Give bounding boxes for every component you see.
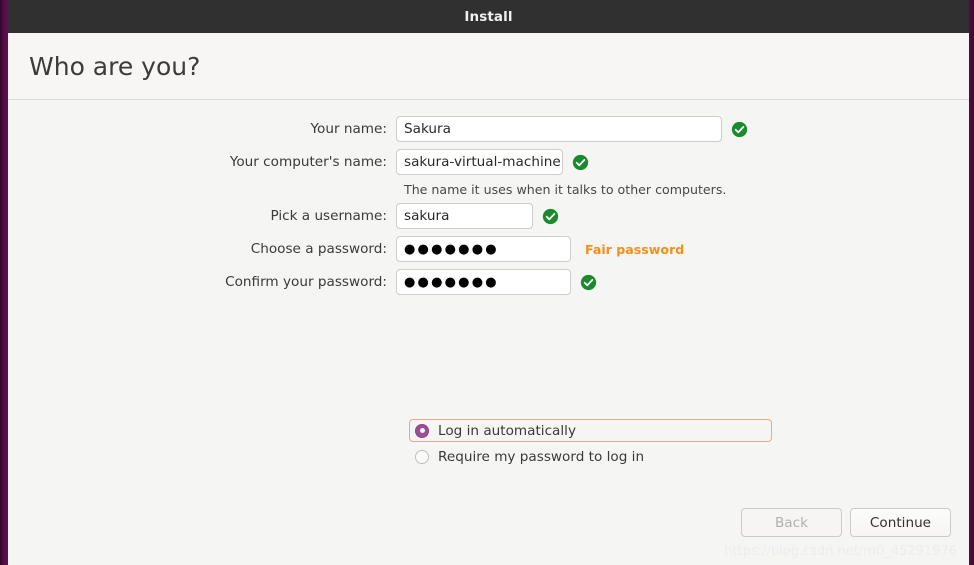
- window-titlebar: Install: [8, 0, 969, 33]
- window-title: Install: [464, 8, 513, 25]
- field-row-confirm-password: Confirm your password: ●●●●●●●: [8, 269, 969, 295]
- user-details-form: Your name: Sakura Your computer's name:: [8, 116, 969, 302]
- green-check-icon: [572, 154, 589, 170]
- green-check-icon: [731, 121, 748, 137]
- label-username: Pick a username:: [270, 208, 387, 224]
- login-options-group: Log in automatically Require my password…: [409, 419, 772, 468]
- wizard-button-bar: Back Continue: [741, 508, 951, 537]
- confirm-password-input[interactable]: ●●●●●●●: [396, 269, 571, 295]
- computer-name-input[interactable]: sakura-virtual-machine: [396, 149, 563, 175]
- username-value: sakura: [404, 208, 450, 224]
- page-content: Your name: Sakura Your computer's name:: [8, 100, 969, 564]
- username-input[interactable]: sakura: [396, 203, 533, 229]
- label-password: Choose a password:: [250, 241, 387, 257]
- radio-log-in-automatically[interactable]: Log in automatically: [409, 419, 772, 442]
- desktop-background-left-strip: [0, 0, 8, 565]
- confirm-password-value: ●●●●●●●: [404, 274, 499, 290]
- radio-selected-icon: [415, 423, 429, 438]
- hostname-hint-row: The name it uses when it talks to other …: [8, 182, 969, 197]
- field-row-your-name: Your name: Sakura: [8, 116, 969, 142]
- green-check-icon: [542, 208, 559, 224]
- hostname-hint: The name it uses when it talks to other …: [404, 182, 727, 197]
- computer-name-value: sakura-virtual-machine: [404, 154, 561, 170]
- installer-window: Install Who are you? Your name: Sakura Y…: [8, 0, 969, 565]
- your-name-value: Sakura: [404, 121, 451, 137]
- hint-spacer: [8, 182, 396, 197]
- desktop-background-right-strip: [969, 0, 974, 565]
- radio-unselected-icon: [415, 450, 429, 464]
- field-row-computer-name: Your computer's name: sakura-virtual-mac…: [8, 149, 969, 175]
- page-header: Who are you?: [8, 33, 969, 100]
- continue-button[interactable]: Continue: [850, 508, 951, 537]
- radio-require-password[interactable]: Require my password to log in: [409, 446, 772, 468]
- password-value: ●●●●●●●: [404, 241, 499, 257]
- back-button[interactable]: Back: [741, 508, 842, 537]
- page-title: Who are you?: [29, 51, 201, 81]
- label-computer-name: Your computer's name:: [229, 154, 387, 170]
- your-name-input[interactable]: Sakura: [396, 116, 722, 142]
- radio-label-require-password: Require my password to log in: [438, 449, 645, 465]
- label-your-name: Your name:: [310, 121, 387, 137]
- password-strength-label: Fair password: [585, 241, 685, 257]
- label-confirm-password: Confirm your password:: [225, 274, 387, 290]
- green-check-icon: [580, 274, 597, 290]
- password-input[interactable]: ●●●●●●●: [396, 236, 571, 262]
- watermark-text: https://blog.csdn.net/m0_45291976: [724, 544, 957, 559]
- radio-label-log-in-automatically: Log in automatically: [438, 422, 576, 439]
- field-row-password: Choose a password: ●●●●●●● Fair password: [8, 236, 969, 262]
- field-row-username: Pick a username: sakura: [8, 203, 969, 229]
